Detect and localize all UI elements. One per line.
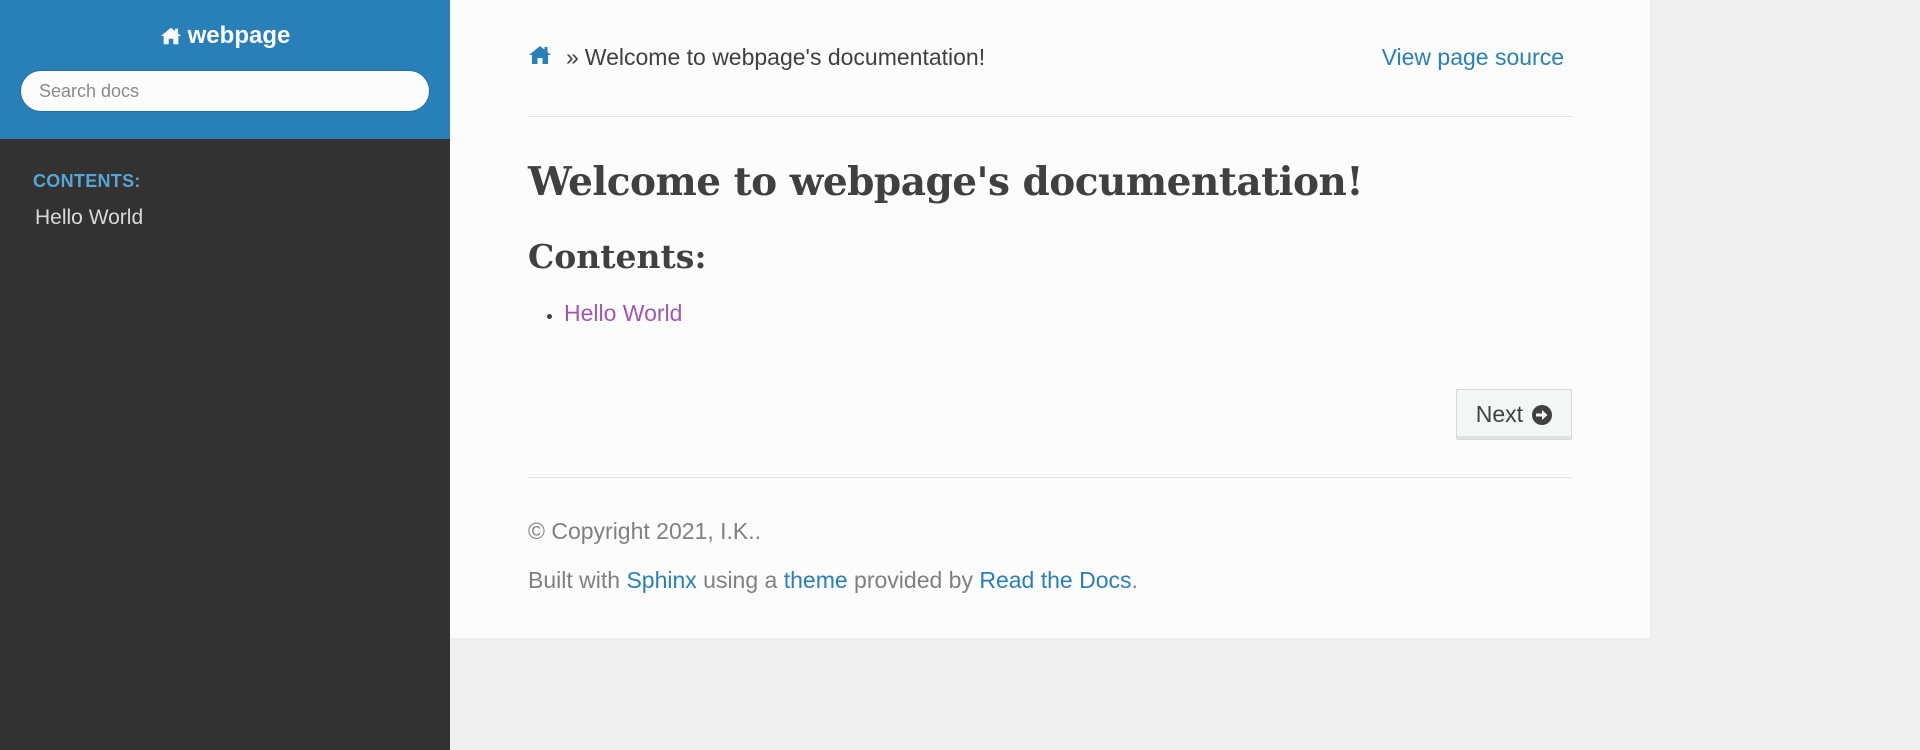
pagination: Next [1455, 389, 1572, 440]
built-with-text: Built with Sphinx using a theme provided… [528, 567, 1138, 594]
read-the-docs-link[interactable]: Read the Docs [979, 567, 1131, 593]
breadcrumb: » Welcome to webpage's documentation! Vi… [528, 0, 1572, 117]
contents-heading: Contents: [528, 237, 707, 276]
content-panel: » Welcome to webpage's documentation! Vi… [450, 0, 1650, 638]
home-icon [529, 46, 551, 64]
view-page-source-link[interactable]: View page source [1382, 44, 1564, 71]
breadcrumb-separator: » [566, 44, 579, 70]
sidebar-item-hello-world[interactable]: Hello World [35, 206, 450, 230]
built-using: using a [703, 567, 778, 593]
search-input[interactable] [20, 70, 430, 112]
brand-link[interactable]: webpage [160, 22, 291, 50]
sidebar: webpage CONTENTS: Hello World [0, 0, 450, 750]
list-item: Hello World [564, 300, 1572, 327]
copyright-text: © Copyright 2021, I.K.. [528, 518, 762, 544]
arrow-circle-right-icon [1532, 404, 1552, 425]
footer-divider [528, 477, 1572, 478]
toc-caption: CONTENTS: [33, 171, 141, 191]
next-button-label: Next [1475, 401, 1523, 427]
breadcrumb-current: Welcome to webpage's documentation! [584, 44, 986, 70]
toc-link-hello-world[interactable]: Hello World [564, 300, 682, 326]
toc-list: Hello World [528, 300, 1572, 327]
content-inner: » Welcome to webpage's documentation! Vi… [528, 0, 1572, 593]
built-prefix: Built with [528, 567, 621, 593]
theme-link[interactable]: theme [784, 567, 848, 593]
built-provided: provided by [854, 567, 973, 593]
page-title: Welcome to webpage's documentation! [528, 159, 1363, 205]
next-button[interactable]: Next [1455, 389, 1572, 440]
sidebar-header: webpage [0, 0, 450, 139]
home-icon [160, 27, 181, 45]
sphinx-link[interactable]: Sphinx [626, 567, 696, 593]
built-end: . [1131, 567, 1138, 593]
brand-name: webpage [187, 22, 291, 49]
breadcrumb-home-link[interactable] [528, 44, 552, 66]
